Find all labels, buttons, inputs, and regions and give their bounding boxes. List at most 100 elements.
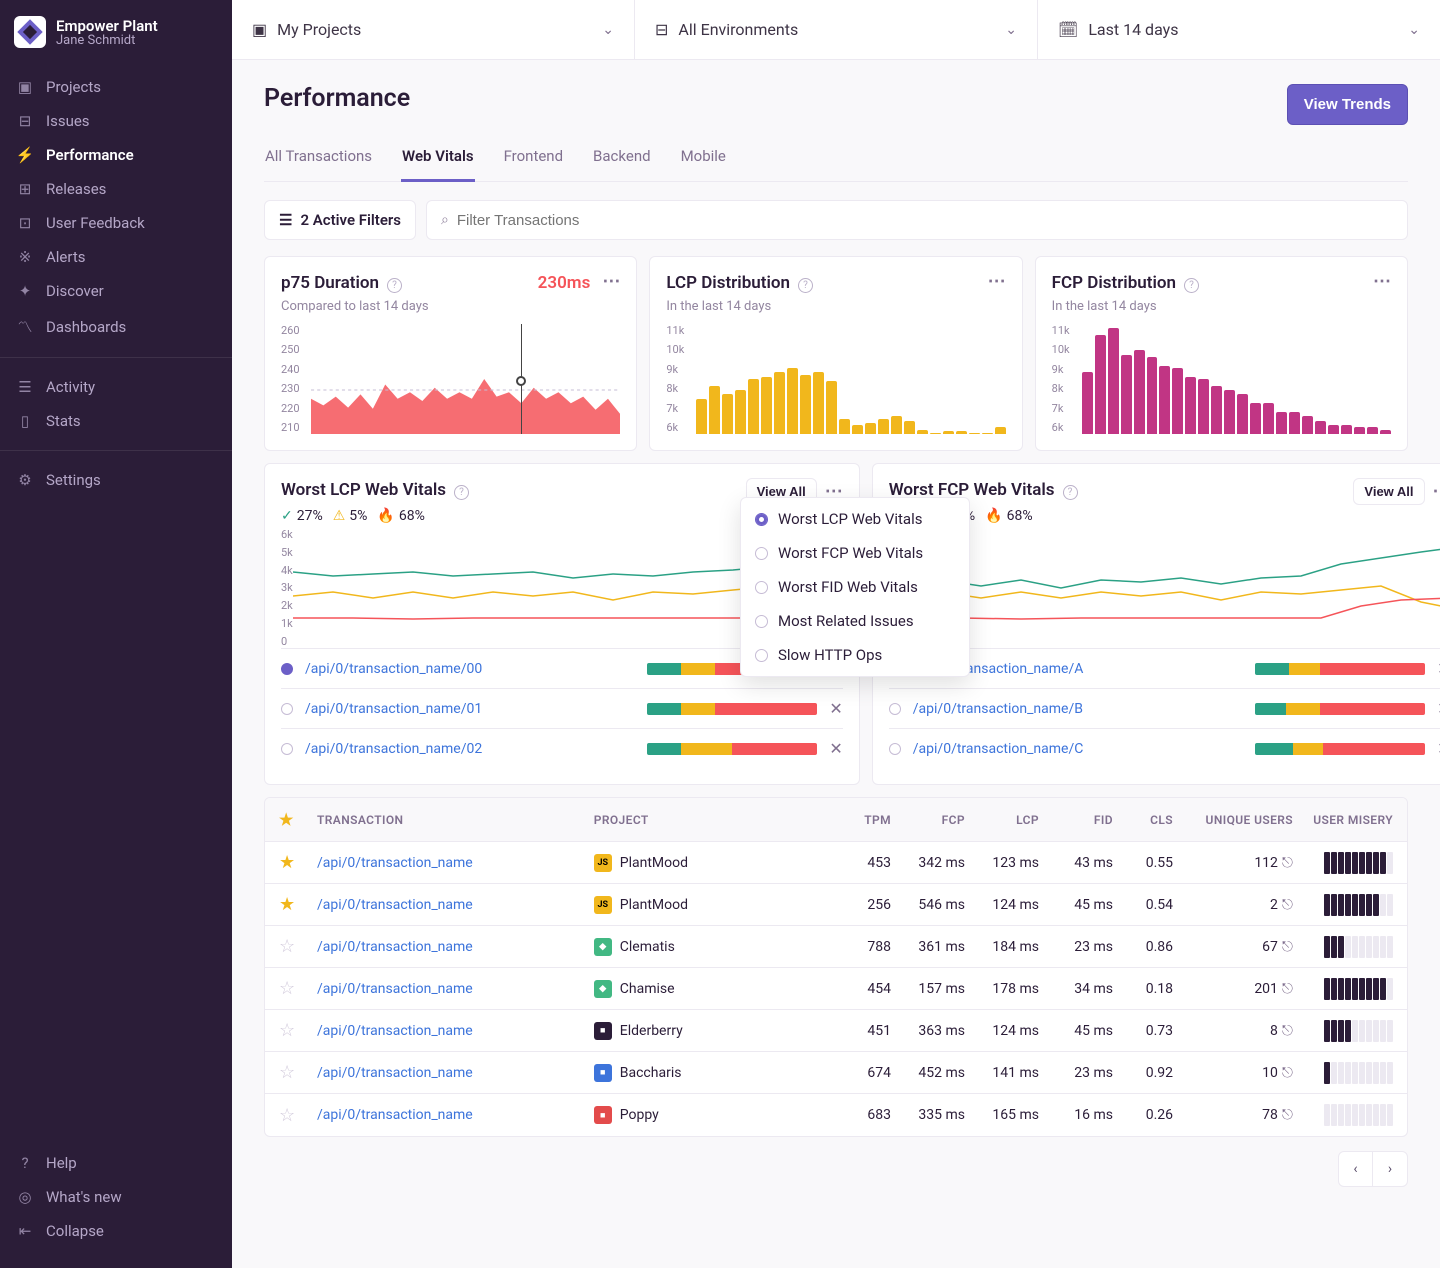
filter-input-wrap[interactable]: ⌕ <box>426 200 1408 240</box>
close-icon[interactable]: ✕ <box>829 699 842 718</box>
transaction-row[interactable]: /api/0/transaction_name/C ✕ <box>889 728 1440 768</box>
transaction-link[interactable]: /api/0/transaction_name/C <box>913 741 1243 757</box>
nav-alerts[interactable]: ※Alerts <box>0 240 232 274</box>
radio[interactable] <box>281 663 293 675</box>
transaction-link[interactable]: /api/0/transaction_name/02 <box>305 741 635 757</box>
dropdown-item[interactable]: Most Related Issues <box>741 604 969 638</box>
org-switcher[interactable]: Empower Plant Jane Schmidt <box>0 0 232 66</box>
misery-bar <box>1255 703 1425 715</box>
dropdown-item[interactable]: Worst LCP Web Vitals <box>741 502 969 536</box>
project-cell[interactable]: JSPlantMood <box>594 854 831 872</box>
user-misery <box>1293 1104 1393 1126</box>
user-icon: ⎋ <box>1282 855 1293 871</box>
star-toggle[interactable]: ★ <box>279 852 317 873</box>
help-icon[interactable]: ? <box>454 485 469 500</box>
nav-discover[interactable]: ✦Discover <box>0 274 232 308</box>
project-cell[interactable]: ◆Clematis <box>594 938 831 956</box>
help-icon[interactable]: ? <box>1063 485 1078 500</box>
star-toggle[interactable]: ☆ <box>279 936 317 957</box>
nav-stats[interactable]: ▯Stats <box>0 404 232 438</box>
transaction-row[interactable]: /api/0/transaction_name/02 ✕ <box>281 728 843 768</box>
project-cell[interactable]: ◆Chamise <box>594 980 831 998</box>
timerange-selector[interactable]: 🗓Last 14 days ⌄ <box>1038 0 1440 59</box>
star-icon[interactable]: ★ <box>279 810 294 829</box>
help-icon[interactable]: ? <box>798 278 813 293</box>
card-menu[interactable]: ⋯ <box>602 271 622 292</box>
view-trends-button[interactable]: View Trends <box>1287 84 1408 125</box>
nav-activity[interactable]: ☰Activity <box>0 370 232 404</box>
radio[interactable] <box>281 703 293 715</box>
nav-collapse[interactable]: ⇤Collapse <box>0 1214 232 1248</box>
tab-frontend[interactable]: Frontend <box>503 147 564 181</box>
card-menu[interactable]: ⋯ <box>988 271 1008 292</box>
tab-all[interactable]: All Transactions <box>264 147 373 181</box>
project-cell[interactable]: JSPlantMood <box>594 896 831 914</box>
transaction-link[interactable]: /api/0/transaction_name/B <box>913 701 1243 717</box>
transaction-row[interactable]: /api/0/transaction_name/01 ✕ <box>281 688 843 728</box>
tab-mobile[interactable]: Mobile <box>680 147 727 181</box>
project-selector[interactable]: ▣My Projects ⌄ <box>232 0 635 59</box>
view-all-button[interactable]: View All <box>1353 478 1424 505</box>
unique-users: 112 ⎋ <box>1173 855 1293 871</box>
transaction-link[interactable]: /api/0/transaction_name <box>317 897 594 913</box>
alert-icon: ※ <box>14 248 36 266</box>
transaction-link[interactable]: /api/0/transaction_name/01 <box>305 701 635 717</box>
environment-selector[interactable]: ⊟All Environments ⌄ <box>635 0 1038 59</box>
dropdown-item[interactable]: Slow HTTP Ops <box>741 638 969 672</box>
close-icon[interactable]: ✕ <box>829 739 842 758</box>
star-toggle[interactable]: ☆ <box>279 1105 317 1126</box>
nav-releases[interactable]: ⊞Releases <box>0 172 232 206</box>
transaction-link[interactable]: /api/0/transaction_name <box>317 1107 594 1123</box>
nav-projects[interactable]: ▣Projects <box>0 70 232 104</box>
nav-issues[interactable]: ⊟Issues <box>0 104 232 138</box>
card-menu[interactable]: ⋯ <box>1433 481 1440 502</box>
page-next[interactable]: › <box>1373 1152 1407 1186</box>
card-menu[interactable]: ⋯ <box>1373 271 1393 292</box>
radio[interactable] <box>889 703 901 715</box>
card-title: p75 Duration <box>281 273 379 293</box>
fcp: 157 ms <box>891 981 965 997</box>
nav-user-feedback[interactable]: ⊡User Feedback <box>0 206 232 240</box>
nav-performance[interactable]: ⚡Performance <box>0 138 232 172</box>
star-toggle[interactable]: ☆ <box>279 1062 317 1083</box>
nav-dashboards[interactable]: 〽Dashboards <box>0 308 232 345</box>
transaction-link[interactable]: /api/0/transaction_name <box>317 855 594 871</box>
radio[interactable] <box>281 743 293 755</box>
transaction-link[interactable]: /api/0/transaction_name <box>317 1065 594 1081</box>
dropdown-item[interactable]: Worst FID Web Vitals <box>741 570 969 604</box>
transaction-row[interactable]: /api/0/transaction_name/A ✕ <box>889 648 1440 688</box>
bar-chart <box>1082 324 1391 434</box>
transaction-link[interactable]: /api/0/transaction_name/00 <box>305 661 635 677</box>
lcp: 124 ms <box>965 897 1039 913</box>
active-filters-button[interactable]: ☰2 Active Filters <box>264 200 416 240</box>
help-icon: ? <box>14 1154 36 1172</box>
nav-whats-new[interactable]: ◎What's new <box>0 1180 232 1214</box>
window-icon: ▣ <box>252 20 267 39</box>
star-toggle[interactable]: ★ <box>279 894 317 915</box>
project-cell[interactable]: ■Poppy <box>594 1106 831 1124</box>
fid: 45 ms <box>1039 1023 1113 1039</box>
tab-backend[interactable]: Backend <box>592 147 652 181</box>
dropdown-item[interactable]: Worst FCP Web Vitals <box>741 536 969 570</box>
tpm: 451 <box>831 1023 891 1039</box>
transaction-row[interactable]: /api/0/transaction_name/B ✕ <box>889 688 1440 728</box>
star-toggle[interactable]: ☆ <box>279 978 317 999</box>
transaction-link[interactable]: /api/0/transaction_name <box>317 939 594 955</box>
table-header: ★ TRANSACTION PROJECT TPM FCP LCP FID CL… <box>265 798 1407 842</box>
card-fcp: FCP Distribution? ⋯ In the last 14 days … <box>1035 256 1408 451</box>
help-icon[interactable]: ? <box>387 278 402 293</box>
filter-input[interactable] <box>457 212 1393 229</box>
radio <box>755 581 768 594</box>
tab-web-vitals[interactable]: Web Vitals <box>401 147 475 182</box>
nav-help[interactable]: ?Help <box>0 1146 232 1180</box>
tpm: 256 <box>831 897 891 913</box>
project-cell[interactable]: ■Elderberry <box>594 1022 831 1040</box>
transaction-link[interactable]: /api/0/transaction_name <box>317 1023 594 1039</box>
star-toggle[interactable]: ☆ <box>279 1020 317 1041</box>
help-icon[interactable]: ? <box>1184 278 1199 293</box>
radio[interactable] <box>889 743 901 755</box>
nav-settings[interactable]: ⚙Settings <box>0 463 232 497</box>
page-prev[interactable]: ‹ <box>1339 1152 1373 1186</box>
transaction-link[interactable]: /api/0/transaction_name <box>317 981 594 997</box>
project-cell[interactable]: ■Baccharis <box>594 1064 831 1082</box>
